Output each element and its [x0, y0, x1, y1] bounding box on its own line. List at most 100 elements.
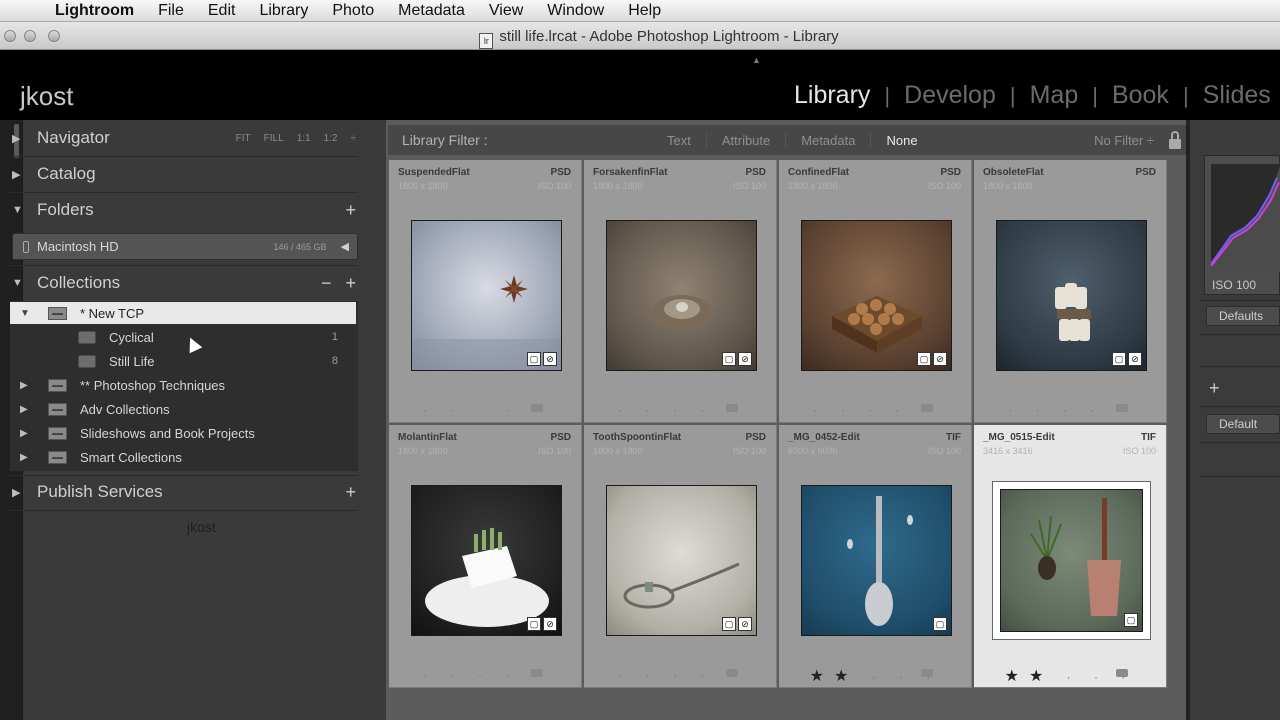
menu-help[interactable]: Help — [617, 2, 674, 20]
menu-window[interactable]: Window — [536, 2, 617, 20]
menu-edit[interactable]: Edit — [197, 2, 249, 20]
menu-metadata[interactable]: Metadata — [387, 2, 478, 20]
module-picker: Library | Develop | Map | Book | Slides — [794, 81, 1271, 110]
collection-set-slideshows-book[interactable]: ▶ Slideshows and Book Projects — [10, 422, 356, 444]
grid-cell[interactable]: ForsakenfinFlat PSD 1800 x 1800 ISO 100 … — [584, 160, 777, 423]
histogram-iso: ISO 100 — [1212, 278, 1257, 292]
edited-badge-icon: ⊘ — [738, 617, 752, 631]
photo-thumbnail[interactable]: ▢ ⊘ — [411, 220, 562, 371]
zoom-stepper-icon[interactable]: ÷ — [351, 133, 357, 144]
zoom-fill[interactable]: FILL — [264, 133, 284, 144]
flag-icon[interactable] — [531, 669, 543, 677]
collection-badge-icon: ▢ — [933, 617, 947, 631]
menu-view[interactable]: View — [478, 2, 536, 20]
zoom-fit[interactable]: FIT — [236, 133, 251, 144]
filter-none[interactable]: None — [871, 133, 932, 148]
grid-cell[interactable]: ConfinedFlat PSD 1800 x 1800 ISO 100 ▢ ⊘ … — [779, 160, 972, 423]
menu-file[interactable]: File — [147, 2, 197, 20]
zoom-1-1[interactable]: 1:1 — [297, 133, 311, 144]
photo-thumbnail[interactable]: ▢ ⊘ — [411, 485, 562, 636]
lock-icon[interactable] — [1168, 131, 1182, 149]
cell-iso: ISO 100 — [927, 181, 961, 191]
edited-badge-icon: ⊘ — [543, 617, 557, 631]
panel-divider — [10, 265, 358, 266]
defaults-button[interactable]: Defaults — [1206, 306, 1280, 326]
catalog-header[interactable]: ▶ Catalog — [12, 162, 356, 186]
menu-photo[interactable]: Photo — [321, 2, 387, 20]
star-rating[interactable]: ★★ · · · — [974, 666, 1166, 686]
panel-divider — [10, 192, 358, 193]
grid-cell[interactable]: _MG_0452-Edit TIF 6000 x 6000 ISO 100 ▢ … — [779, 425, 972, 688]
collection-set-new-tcp[interactable]: ▼ * New TCP — [10, 302, 356, 324]
photo-thumbnail[interactable]: ▢ ⊘ — [606, 220, 757, 371]
photo-thumbnail[interactable]: ▢ — [801, 485, 952, 636]
photo-thumbnail[interactable]: ▢ ⊘ — [606, 485, 757, 636]
photo-thumbnail[interactable]: ▢ ⊘ — [996, 220, 1147, 371]
flag-icon[interactable] — [531, 404, 543, 412]
flag-icon[interactable] — [1116, 404, 1128, 412]
module-library[interactable]: Library — [794, 81, 870, 110]
star-rating[interactable]: · · · · · — [584, 401, 776, 417]
publish-services-header[interactable]: ▶ Publish Services + — [12, 480, 356, 504]
cell-filename: ConfinedFlat — [788, 167, 850, 178]
collection-badge-icon: ▢ — [527, 352, 541, 366]
collection-set-adv-collections[interactable]: ▶ Adv Collections — [10, 398, 356, 420]
filter-metadata[interactable]: Metadata — [786, 132, 872, 148]
star-rating[interactable]: · · · · · — [389, 401, 581, 417]
cell-dimensions: 1800 x 1800 — [593, 446, 643, 456]
disclosure-right-icon[interactable]: ▶ — [20, 380, 28, 391]
module-separator: | — [884, 82, 891, 108]
collection-badge-icon: ▢ — [917, 352, 931, 366]
photo-thumbnail[interactable]: ▢ ⊘ — [801, 220, 952, 371]
star-rating[interactable]: · · · · · — [974, 401, 1166, 417]
cell-filename: ObsoleteFlat — [983, 167, 1044, 178]
flag-icon[interactable] — [726, 404, 738, 412]
zoom-1-2[interactable]: 1:2 — [324, 133, 338, 144]
flag-icon[interactable] — [1116, 669, 1128, 677]
disclosure-right-icon[interactable]: ▶ — [20, 428, 28, 439]
flag-icon[interactable] — [726, 669, 738, 677]
default-button[interactable]: Default — [1206, 414, 1280, 434]
volume-bar[interactable]: Macintosh HD 146 / 465 GB ◀ — [12, 233, 358, 260]
disclosure-down-icon[interactable]: ▼ — [20, 308, 30, 319]
flag-icon[interactable] — [921, 404, 933, 412]
grid-cell[interactable]: ToothSpoontinFlat PSD 1800 x 1800 ISO 10… — [584, 425, 777, 688]
remove-collection-icon[interactable]: − — [321, 273, 332, 294]
module-map[interactable]: Map — [1030, 81, 1079, 110]
menu-library[interactable]: Library — [248, 2, 321, 20]
star-rating[interactable]: · · · · · — [584, 666, 776, 682]
add-publish-service-icon[interactable]: + — [345, 482, 356, 503]
module-book[interactable]: Book — [1112, 81, 1169, 110]
grid-cell[interactable]: SuspendedFlat PSD 1800 x 1800 ISO 100 ▢ ⊘… — [389, 160, 582, 423]
collapse-top-panel-icon[interactable]: ▲ — [752, 55, 761, 65]
add-collection-icon[interactable]: + — [345, 273, 356, 294]
grid-cell[interactable]: ObsoleteFlat PSD 1800 x 1800 ▢ ⊘ · · · · … — [974, 160, 1167, 423]
star-rating[interactable]: ★★ · · · — [779, 666, 971, 686]
document-icon: lr — [479, 33, 494, 49]
grid-cell-selected[interactable]: _MG_0515-Edit TIF 3416 x 3416 ISO 100 ▢ … — [974, 425, 1167, 688]
star-rating[interactable]: · · · · · — [779, 401, 971, 417]
flag-icon[interactable] — [921, 669, 933, 677]
folders-header[interactable]: ▼ Folders + — [12, 198, 356, 222]
disclosure-right-icon[interactable]: ▶ — [20, 452, 28, 463]
collections-header[interactable]: ▼ Collections − + — [12, 271, 356, 295]
collection-set-smart-collections[interactable]: ▶ Smart Collections — [10, 446, 356, 468]
add-folder-icon[interactable]: + — [345, 200, 356, 221]
add-keyword-icon[interactable]: + — [1209, 378, 1220, 399]
grid-cell[interactable]: MolantinFlat PSD 1800 x 1800 ISO 100 ▢ ⊘ … — [389, 425, 582, 688]
collection-set-photoshop-techniques[interactable]: ▶ ** Photoshop Techniques — [10, 374, 356, 396]
filter-attribute[interactable]: Attribute — [707, 132, 787, 148]
photo-thumbnail[interactable]: ▢ — [1000, 489, 1143, 632]
filter-preset-select[interactable]: No Filter ÷ — [1094, 133, 1154, 148]
collection-still-life[interactable]: Still Life 8 — [10, 350, 356, 372]
collection-cyclical[interactable]: Cyclical 1 — [10, 326, 356, 348]
triangle-left-icon[interactable]: ◀ — [341, 240, 349, 253]
navigator-header[interactable]: ▶ Navigator FIT FILL 1:1 1:2 ÷ — [12, 126, 356, 150]
module-slides[interactable]: Slides — [1203, 81, 1271, 110]
filter-text[interactable]: Text — [652, 132, 707, 148]
star-rating[interactable]: · · · · · — [389, 666, 581, 682]
menu-lightroom[interactable]: Lightroom — [44, 2, 147, 20]
module-develop[interactable]: Develop — [904, 81, 996, 110]
collection-icon — [78, 330, 96, 344]
disclosure-right-icon[interactable]: ▶ — [20, 404, 28, 415]
